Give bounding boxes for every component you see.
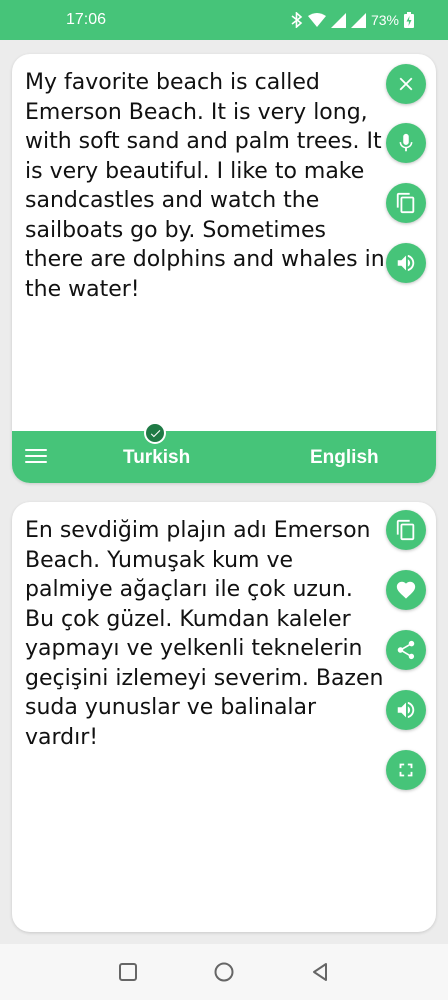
- recent-apps-button[interactable]: [118, 962, 138, 982]
- translated-text[interactable]: En sevdiğim plajın adı Emerson Beach. Yu…: [25, 516, 385, 752]
- target-card: En sevdiğim plajın adı Emerson Beach. Yu…: [12, 502, 436, 932]
- speak-source-button[interactable]: [386, 243, 426, 283]
- microphone-icon: [399, 133, 413, 152]
- copy-icon: [396, 192, 415, 214]
- clear-button[interactable]: [386, 64, 426, 104]
- favorite-button[interactable]: [386, 570, 426, 610]
- share-icon: [397, 640, 415, 660]
- speaker-icon: [397, 254, 415, 272]
- voice-input-button[interactable]: [386, 123, 426, 163]
- source-language-tab[interactable]: Turkish: [123, 447, 190, 469]
- menu-icon: [25, 448, 49, 463]
- speaker-icon: [397, 701, 415, 719]
- battery-icon: [404, 12, 414, 28]
- bluetooth-icon: [291, 12, 303, 28]
- check-icon: [150, 429, 160, 437]
- source-card: My favorite beach is called Emerson Beac…: [12, 54, 436, 483]
- speak-translation-button[interactable]: [386, 690, 426, 730]
- fullscreen-button[interactable]: [386, 750, 426, 790]
- home-button[interactable]: [213, 961, 235, 983]
- target-language-tab[interactable]: English: [310, 447, 379, 469]
- status-bar: 17:06 73%: [0, 0, 448, 40]
- close-icon: [399, 77, 413, 91]
- selected-language-badge: [144, 422, 166, 444]
- heart-icon: [396, 581, 416, 599]
- home-icon: [214, 962, 234, 982]
- copy-icon: [396, 519, 415, 541]
- wifi-icon: [307, 13, 326, 27]
- source-text[interactable]: My favorite beach is called Emerson Beac…: [25, 68, 385, 304]
- status-time: 17:06: [66, 11, 107, 28]
- back-button[interactable]: [310, 962, 330, 982]
- back-icon: [313, 963, 328, 981]
- menu-button[interactable]: [25, 445, 49, 469]
- language-bar: Turkish English: [12, 422, 436, 483]
- battery-percent: 73%: [370, 12, 399, 28]
- share-button[interactable]: [386, 630, 426, 670]
- signal-icon: [350, 12, 366, 28]
- fullscreen-icon: [399, 763, 413, 777]
- navigation-bar: [0, 944, 448, 1000]
- signal-icon: [330, 12, 346, 28]
- recent-apps-icon: [118, 963, 137, 981]
- status-icons: 73%: [291, 12, 414, 28]
- copy-translation-button[interactable]: [386, 510, 426, 550]
- copy-source-button[interactable]: [386, 183, 426, 223]
